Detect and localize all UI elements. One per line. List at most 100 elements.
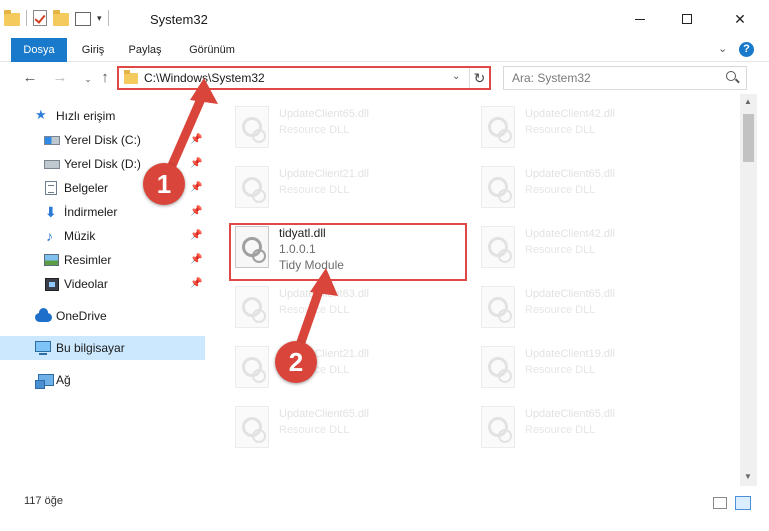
search-box[interactable]: Ara: System32 bbox=[503, 66, 747, 90]
minimize-button[interactable] bbox=[617, 0, 663, 38]
cloud-icon bbox=[35, 308, 52, 322]
step-1-badge: 1 bbox=[143, 163, 185, 205]
pin-icon[interactable]: 📌 bbox=[190, 224, 202, 248]
file-tile[interactable]: UpdateClient63.dll Resource DLL bbox=[231, 280, 471, 338]
file-name: UpdateClient65.dll bbox=[279, 108, 369, 120]
file-tile[interactable]: UpdateClient21.dll Resource DLL bbox=[231, 160, 471, 218]
pin-icon[interactable]: 📌 bbox=[190, 248, 202, 272]
sidebar-item-label: Yerel Disk (C:) bbox=[64, 133, 141, 147]
sidebar-item-label: Yerel Disk (D:) bbox=[64, 157, 141, 171]
file-tile[interactable]: UpdateClient19.dll Resource DLL bbox=[477, 340, 717, 398]
new-folder-icon[interactable] bbox=[53, 9, 69, 26]
sidebar-item-music[interactable]: ♪ Müzik 📌 bbox=[0, 224, 205, 248]
file-tile[interactable]: UpdateClient65.dll Resource DLL bbox=[231, 100, 471, 158]
address-bar[interactable]: C:\Windows\System32 ⌄ ↻ bbox=[117, 66, 491, 90]
scroll-up-arrow-icon[interactable]: ▲ bbox=[744, 97, 752, 106]
up-arrow-icon[interactable]: ↑ bbox=[95, 68, 115, 88]
document-icon bbox=[45, 181, 57, 195]
file-name: UpdateClient42.dll bbox=[525, 108, 615, 120]
maximize-icon bbox=[682, 14, 692, 24]
sidebar-item-this-pc[interactable]: Bu bilgisayar bbox=[0, 336, 205, 360]
sidebar-item-pictures[interactable]: Resimler 📌 bbox=[0, 248, 205, 272]
close-icon: ✕ bbox=[734, 10, 746, 27]
windows-drive-icon bbox=[44, 136, 60, 145]
sidebar-item-local-disk-c[interactable]: Yerel Disk (C:) 📌 bbox=[0, 128, 205, 152]
sidebar-item-network[interactable]: Ağ bbox=[0, 368, 205, 392]
maximize-button[interactable] bbox=[664, 0, 710, 38]
expand-ribbon-chevron-icon[interactable]: ⌄ bbox=[718, 42, 727, 55]
sidebar-item-label: İndirmeler bbox=[64, 205, 118, 219]
sidebar-item-videos[interactable]: Videolar 📌 bbox=[0, 272, 205, 296]
file-name: UpdateClient65.dll bbox=[279, 408, 369, 420]
search-input[interactable]: Ara: System32 bbox=[512, 71, 591, 85]
file-type: Resource DLL bbox=[279, 304, 350, 316]
status-bar: 117 öğe bbox=[0, 486, 769, 531]
sidebar-item-label: Belgeler bbox=[64, 181, 109, 195]
refresh-icon[interactable]: ↻ bbox=[469, 68, 489, 88]
dll-file-icon bbox=[235, 346, 269, 388]
close-button[interactable]: ✕ bbox=[711, 0, 769, 38]
file-tile[interactable]: UpdateClient21.dll Resource DLL bbox=[231, 340, 471, 398]
file-name: UpdateClient42.dll bbox=[525, 228, 615, 240]
sidebar-item-quick-access[interactable]: ★ Hızlı erişim bbox=[0, 104, 205, 128]
address-path[interactable]: C:\Windows\System32 bbox=[144, 71, 265, 85]
toolbar-divider bbox=[26, 10, 27, 26]
minimize-icon bbox=[635, 18, 645, 20]
sidebar-item-onedrive[interactable]: OneDrive bbox=[0, 304, 205, 328]
file-highlight-box bbox=[229, 223, 467, 281]
toolbar-divider bbox=[107, 10, 109, 26]
file-type: Resource DLL bbox=[279, 424, 350, 436]
tab-view[interactable]: Görünüm bbox=[183, 38, 241, 62]
file-tile[interactable]: UpdateClient65.dll Resource DLL bbox=[477, 160, 717, 218]
pin-icon[interactable]: 📌 bbox=[190, 200, 202, 224]
download-icon: ⬇ bbox=[45, 204, 57, 220]
file-tile[interactable]: UpdateClient42.dll Resource DLL bbox=[477, 220, 717, 278]
file-tile[interactable]: UpdateClient65.dll Resource DLL bbox=[477, 280, 717, 338]
file-tile[interactable]: UpdateClient42.dll Resource DLL bbox=[477, 100, 717, 158]
sidebar-item-label: Videolar bbox=[64, 277, 108, 291]
address-dropdown-chevron-icon[interactable]: ⌄ bbox=[452, 71, 460, 82]
folder-icon[interactable] bbox=[4, 9, 20, 26]
help-icon[interactable]: ? bbox=[739, 42, 754, 57]
scrollbar-thumb[interactable] bbox=[743, 114, 754, 162]
dll-file-icon bbox=[481, 106, 515, 148]
pin-icon[interactable]: 📌 bbox=[190, 272, 202, 296]
tab-share[interactable]: Paylaş bbox=[123, 38, 167, 62]
window-title: System32 bbox=[150, 12, 208, 27]
tab-home[interactable]: Giriş bbox=[77, 38, 109, 62]
properties-check-icon[interactable] bbox=[33, 10, 47, 26]
file-tile[interactable]: UpdateClient65.dll Resource DLL bbox=[231, 400, 471, 458]
item-count: 117 öğe bbox=[24, 495, 63, 507]
vertical-scrollbar[interactable]: ▲ ▼ bbox=[740, 94, 757, 486]
dll-file-icon bbox=[235, 406, 269, 448]
dll-file-icon bbox=[235, 106, 269, 148]
properties-icon[interactable] bbox=[75, 11, 91, 26]
sidebar-item-downloads[interactable]: ⬇ İndirmeler 📌 bbox=[0, 200, 205, 224]
folder-icon bbox=[124, 70, 138, 84]
drive-icon bbox=[44, 160, 60, 169]
file-type: Resource DLL bbox=[279, 184, 350, 196]
pin-icon[interactable]: 📌 bbox=[190, 176, 202, 200]
pictures-icon bbox=[44, 254, 59, 266]
file-name: UpdateClient65.dll bbox=[525, 168, 615, 180]
customize-arrow-icon[interactable]: ▾ bbox=[97, 13, 102, 24]
tiles-view-icon[interactable] bbox=[735, 496, 751, 510]
sidebar-item-label: OneDrive bbox=[56, 309, 107, 323]
back-arrow-icon[interactable]: ← bbox=[20, 68, 40, 88]
file-type: Resource DLL bbox=[525, 184, 596, 196]
pin-icon[interactable]: 📌 bbox=[190, 128, 202, 152]
sidebar-item-label: Hızlı erişim bbox=[56, 109, 116, 123]
step-2-badge: 2 bbox=[275, 341, 317, 383]
music-icon: ♪ bbox=[46, 228, 53, 244]
computer-icon bbox=[35, 341, 51, 355]
dll-file-icon bbox=[481, 346, 515, 388]
star-icon: ★ bbox=[35, 107, 47, 122]
tab-file[interactable]: Dosya bbox=[11, 38, 67, 62]
forward-arrow-icon[interactable]: → bbox=[50, 68, 70, 88]
sidebar-item-label: Resimler bbox=[64, 253, 112, 267]
file-tile[interactable]: UpdateClient65.dll Resource DLL bbox=[477, 400, 717, 458]
pin-icon[interactable]: 📌 bbox=[190, 152, 202, 176]
details-view-icon[interactable] bbox=[713, 497, 727, 509]
dll-file-icon bbox=[235, 166, 269, 208]
scroll-down-arrow-icon[interactable]: ▼ bbox=[744, 472, 752, 481]
